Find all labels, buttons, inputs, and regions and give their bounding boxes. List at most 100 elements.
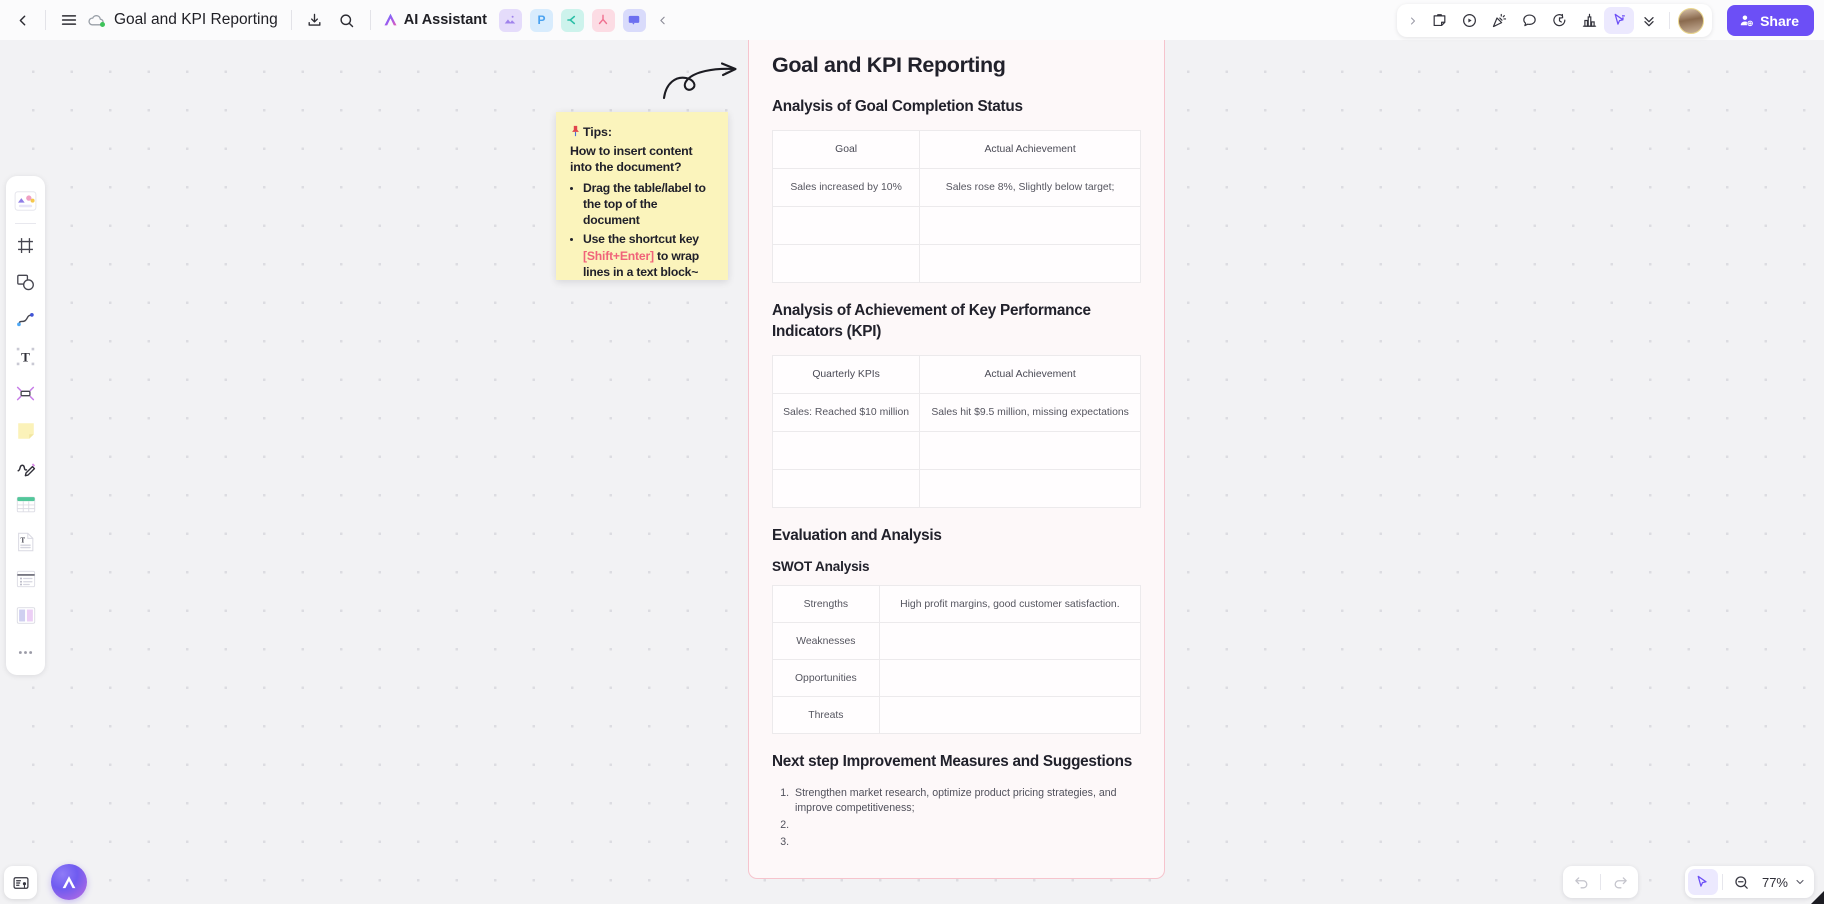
- image-app-icon[interactable]: [498, 8, 522, 32]
- table-cell[interactable]: [919, 244, 1141, 284]
- table-cell[interactable]: Sales hit $9.5 million, missing expectat…: [919, 393, 1141, 433]
- list-item[interactable]: Strengthen market research, optimize pro…: [792, 786, 1141, 816]
- table-header-cell: Actual Achievement: [919, 130, 1141, 170]
- rail-item-assets[interactable]: [9, 182, 42, 219]
- table-cell-label[interactable]: Weaknesses: [772, 622, 880, 661]
- hand-drawn-loop-arrow[interactable]: [660, 58, 745, 105]
- back-button[interactable]: [6, 4, 38, 36]
- pen-draw-icon: [15, 457, 37, 479]
- document-title-group[interactable]: Goal and KPI Reporting: [85, 11, 284, 30]
- table-icon: [15, 494, 37, 515]
- table-cell[interactable]: [771, 206, 921, 246]
- flowchart-app-icon[interactable]: [591, 8, 615, 32]
- table-cell[interactable]: High profit margins, good customer satis…: [878, 585, 1142, 624]
- list-item[interactable]: [792, 818, 1141, 833]
- tips-sticky-note[interactable]: Tips: How to insert content into the doc…: [556, 112, 728, 280]
- chat-app-icon[interactable]: [622, 8, 646, 32]
- shapes-gallery-icon: [13, 189, 38, 213]
- hamburger-menu-button[interactable]: [53, 4, 85, 36]
- table-cell[interactable]: [919, 469, 1141, 509]
- divider: [369, 10, 371, 30]
- rail-item-table[interactable]: [9, 486, 42, 523]
- search-button[interactable]: [331, 4, 363, 36]
- select-tool[interactable]: [1604, 7, 1634, 34]
- table-cell[interactable]: Sales: Reached $10 million: [771, 393, 921, 433]
- kpi-table[interactable]: Quarterly KPIs Actual Achievement Sales:…: [771, 355, 1141, 509]
- rail-item-list[interactable]: [9, 560, 42, 597]
- ai-assistant-orb-button[interactable]: [51, 864, 87, 900]
- next-steps-list[interactable]: Strengthen market research, optimize pro…: [792, 786, 1141, 850]
- table-cell[interactable]: [771, 431, 921, 471]
- table-row: Threats: [772, 696, 1142, 735]
- table-cell[interactable]: [919, 431, 1141, 471]
- comment-tool[interactable]: [1514, 7, 1544, 34]
- table-row: [771, 206, 1141, 246]
- list-item[interactable]: [792, 835, 1141, 850]
- ai-assistant-button[interactable]: AI Assistant: [378, 5, 495, 35]
- rail-item-draw[interactable]: [9, 449, 42, 486]
- resize-corner-handle[interactable]: [1811, 891, 1824, 904]
- presentation-app-icon[interactable]: P: [529, 8, 553, 32]
- table-cell[interactable]: [878, 659, 1142, 698]
- rail-item-columns[interactable]: [9, 597, 42, 634]
- table-row: Goal Actual Achievement: [771, 130, 1141, 170]
- rail-item-text[interactable]: T: [9, 338, 42, 375]
- table-cell[interactable]: [771, 244, 921, 284]
- table-row: Strengths High profit margins, good cust…: [772, 585, 1142, 624]
- rail-item-connector[interactable]: [9, 301, 42, 338]
- sticky-question: How to insert content into the document?: [570, 144, 693, 175]
- list-block-icon: [15, 569, 37, 589]
- top-toolbar-left-group: Goal and KPI Reporting AI Assistant P: [0, 0, 682, 40]
- rail-item-arrange[interactable]: [9, 375, 42, 412]
- document-card[interactable]: Goal and KPI Reporting Analysis of Goal …: [748, 26, 1165, 879]
- columns-layout-icon: [15, 605, 37, 626]
- table-cell[interactable]: [771, 469, 921, 509]
- svg-text:T: T: [21, 349, 30, 364]
- share-button[interactable]: Share: [1727, 5, 1814, 36]
- table-cell[interactable]: Sales rose 8%, Slightly below target;: [919, 168, 1141, 208]
- swot-table[interactable]: Strengths High profit margins, good cust…: [772, 585, 1142, 735]
- table-cell[interactable]: [878, 622, 1142, 661]
- minimap-button[interactable]: [4, 866, 37, 899]
- mindmap-app-icon[interactable]: [560, 8, 584, 32]
- group-resize-icon: [15, 383, 36, 404]
- timer-tool[interactable]: [1544, 7, 1574, 34]
- table-row: Weaknesses: [772, 622, 1142, 661]
- redo-button[interactable]: [1605, 869, 1635, 895]
- sticky-bullet-list: Drag the table/label to the top of the d…: [583, 180, 714, 280]
- table-cell-label[interactable]: Strengths: [772, 585, 880, 624]
- table-cell[interactable]: [878, 696, 1142, 735]
- table-cell[interactable]: [919, 206, 1141, 246]
- sticky-note-tool[interactable]: [1424, 7, 1454, 34]
- share-label: Share: [1760, 12, 1799, 29]
- bullet-text: Drag the table/label to the top of the d…: [583, 180, 706, 228]
- table-cell[interactable]: Sales increased by 10%: [771, 168, 921, 208]
- rail-item-more[interactable]: [9, 634, 42, 671]
- rail-item-document[interactable]: T: [9, 523, 42, 560]
- section-heading-evaluation: Evaluation and Analysis: [772, 527, 942, 545]
- user-avatar[interactable]: [1678, 7, 1704, 34]
- zoom-out-button[interactable]: [1727, 869, 1757, 895]
- collapse-apps-button[interactable]: [650, 7, 676, 33]
- download-button[interactable]: [299, 4, 331, 36]
- rail-item-shape[interactable]: [9, 264, 42, 301]
- table-header-cell: Goal: [771, 130, 921, 170]
- table-cell-label[interactable]: Threats: [772, 696, 880, 735]
- rail-item-sticky[interactable]: [9, 412, 42, 449]
- vote-chart-tool[interactable]: [1574, 7, 1604, 34]
- zoom-dropdown-button[interactable]: [1791, 869, 1809, 895]
- expand-toolbar-button[interactable]: [1402, 7, 1424, 34]
- undo-button[interactable]: [1566, 869, 1596, 895]
- sticky-tips-label: Tips:: [583, 125, 612, 139]
- rail-item-frame[interactable]: [9, 227, 42, 264]
- pointer-mode-button[interactable]: [1687, 869, 1718, 895]
- goal-completion-table[interactable]: Goal Actual Achievement Sales increased …: [771, 130, 1141, 284]
- section-heading-goal-completion: Analysis of Goal Completion Status: [772, 98, 1023, 115]
- media-play-tool[interactable]: [1454, 7, 1484, 34]
- more-tools-button[interactable]: [1634, 7, 1664, 34]
- table-row: [771, 469, 1141, 509]
- celebrate-tool[interactable]: [1484, 7, 1514, 34]
- share-person-icon: [1739, 13, 1754, 28]
- table-cell-label[interactable]: Opportunities: [772, 659, 880, 698]
- zoom-level-label[interactable]: 77%: [1757, 875, 1791, 890]
